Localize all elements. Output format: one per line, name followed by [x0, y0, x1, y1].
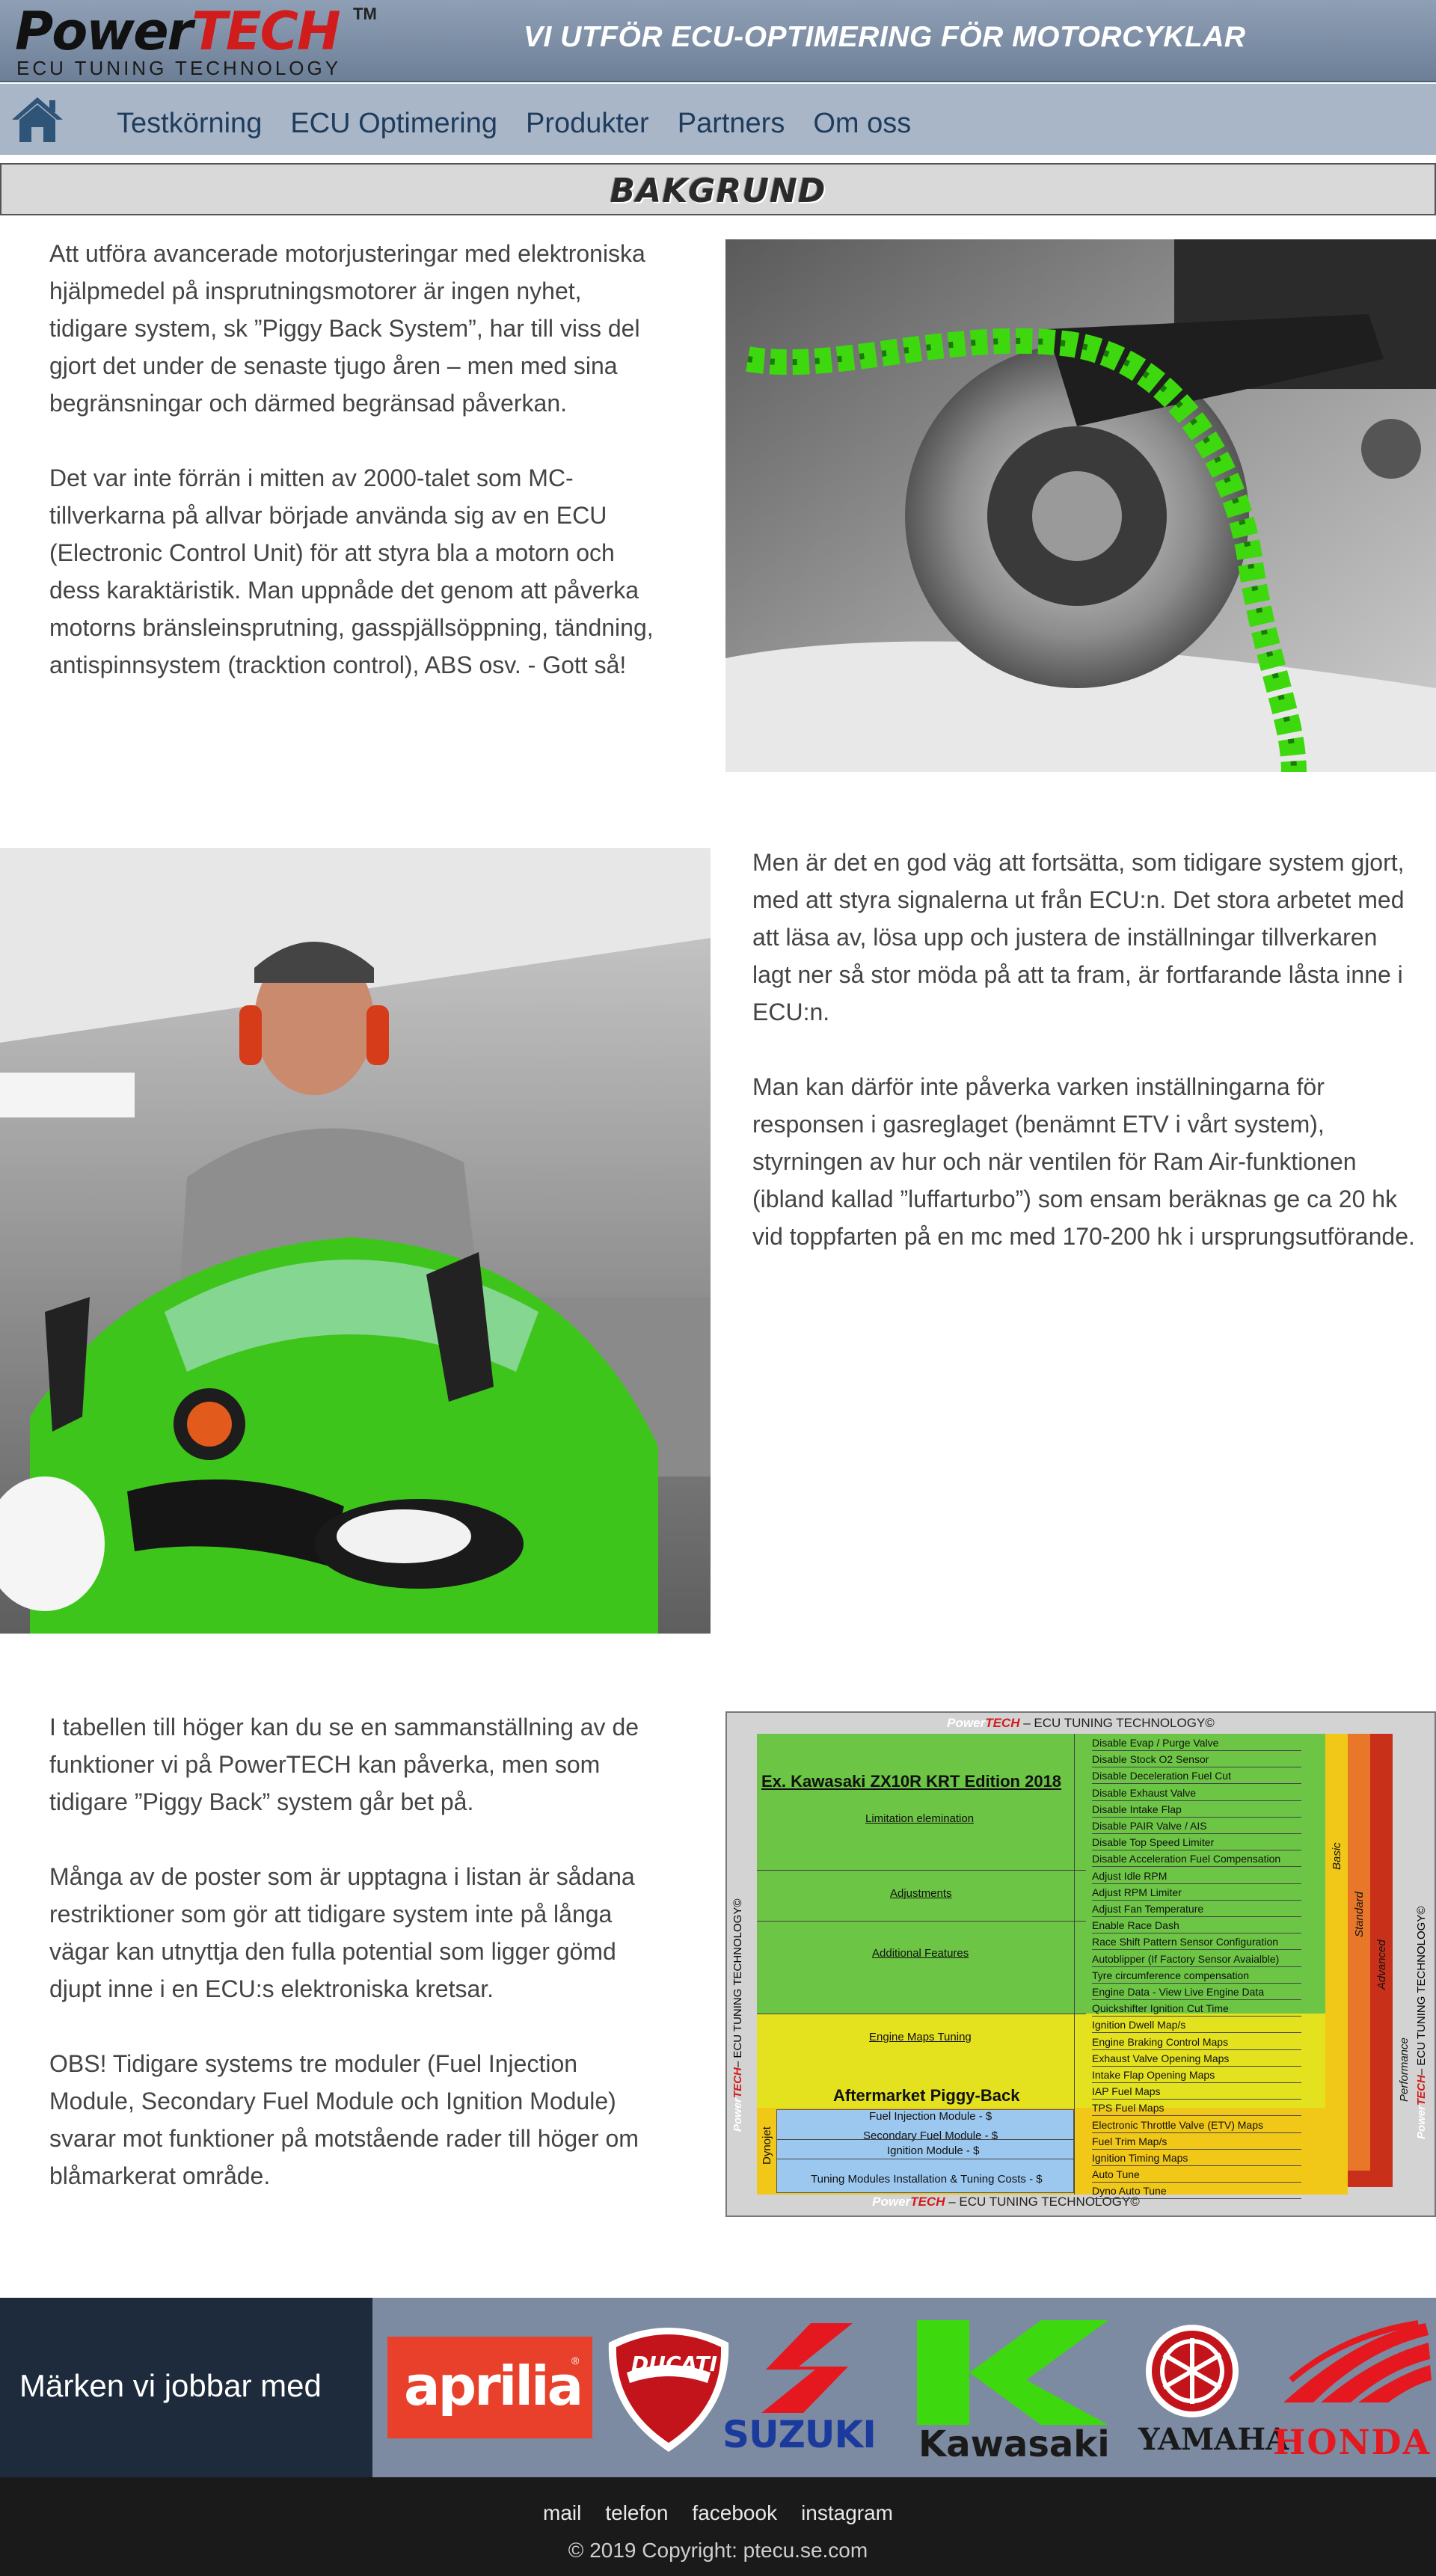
feature-row: Intake Flap Opening Maps	[1092, 2067, 1301, 2083]
feature-row: Engine Data - View Live Engine Data	[1092, 1984, 1301, 2000]
main-nav: Testkörning ECU Optimering Produkter Par…	[0, 84, 1436, 157]
suzuki-logo[interactable]: SUZUKI	[721, 2320, 893, 2456]
chain-sprocket-photo	[725, 239, 1436, 772]
ecu-paragraph-1: Men är det en god väg att fortsätta, som…	[752, 849, 1405, 1025]
logo-trademark: TM	[353, 4, 377, 23]
group-engine-maps: Engine Maps Tuning	[869, 2031, 972, 2043]
table-model-title: Ex. Kawasaki ZX10R KRT Edition 2018	[761, 1772, 1062, 1791]
intro-paragraph-2: Det var inte förrän i mitten av 2000-tal…	[49, 464, 654, 678]
section-title: BAKGRUND	[610, 172, 826, 210]
intro-paragraph-1: Att utföra avancerade motorjusteringar m…	[49, 240, 645, 417]
tier-label-standard: Standard	[1353, 1892, 1366, 1937]
feature-row: Autoblipper (If Factory Sensor Avaialble…	[1092, 1951, 1301, 1967]
feature-row: Adjust Idle RPM	[1092, 1868, 1301, 1884]
nav-produkter[interactable]: Produkter	[526, 108, 649, 140]
feature-row: Adjust RPM Limiter	[1092, 1885, 1301, 1901]
brands-bar: Märken vi jobbar med aprilia ® DUCATI SU…	[0, 2298, 1436, 2477]
header-tagline: VI UTFÖR ECU-OPTIMERING FÖR MOTORCYKLAR	[524, 21, 1246, 53]
brands-label-box: Märken vi jobbar med	[0, 2298, 372, 2477]
footer-link-instagram[interactable]: instagram	[801, 2501, 893, 2525]
feature-row: Exhaust Valve Opening Maps	[1092, 2051, 1301, 2067]
footer-link-facebook[interactable]: facebook	[692, 2501, 777, 2525]
piggyback-row-1: Fuel Injection Module - $	[869, 2110, 992, 2123]
feature-row: Quickshifter Ignition Cut Time	[1092, 2001, 1301, 2017]
copyright-text: © 2019 Copyright: ptecu.se.com	[568, 2539, 868, 2562]
feature-row: Tyre circumference compensation	[1092, 1968, 1301, 1984]
powertech-logo[interactable]: PowerTECH TM ECU TUNING TECHNOLOGY	[15, 1, 404, 79]
feature-row: Race Shift Pattern Sensor Configuration	[1092, 1934, 1301, 1951]
feature-row: Fuel Trim Map/s	[1092, 2134, 1301, 2150]
feature-row: Ignition Dwell Map/s	[1092, 2017, 1301, 2034]
piggyback-title: Aftermarket Piggy-Back	[833, 2086, 1020, 2105]
feature-row: Adjust Fan Temperature	[1092, 1901, 1301, 1917]
feature-row: Dyno Auto Tune	[1092, 2183, 1301, 2200]
yamaha-logo[interactable]: YAMAHA	[1132, 2323, 1289, 2465]
feature-row: Ignition Timing Maps	[1092, 2150, 1301, 2166]
nav-testkorning[interactable]: Testkörning	[117, 108, 262, 140]
piggyback-row-3: Ignition Module - $	[887, 2144, 980, 2157]
table-intro-text: I tabellen till höger kan du se en samma…	[49, 1708, 663, 2195]
piggyback-row-4: Tuning Modules Installation & Tuning Cos…	[811, 2173, 1043, 2186]
rider-photo	[0, 848, 711, 1634]
feature-row: Auto Tune	[1092, 2167, 1301, 2183]
section-header: BAKGRUND	[0, 163, 1436, 215]
tier-label-advanced: Advanced	[1375, 1939, 1388, 1990]
ducati-logo[interactable]: DUCATI	[604, 2320, 733, 2455]
table-side-label-left: PowerTECH– ECU TUNING TECHNOLOGY©	[731, 1898, 744, 2132]
feature-comparison-table: PowerTECH – ECU TUNING TECHNOLOGY© Power…	[725, 1711, 1436, 2217]
brands-label: Märken vi jobbar med	[19, 2368, 322, 2403]
piggyback-row-2: Secondary Fuel Module - $	[863, 2129, 998, 2142]
aprilia-logo[interactable]: aprilia ®	[387, 2337, 592, 2438]
nav-om-oss[interactable]: Om oss	[813, 108, 911, 140]
table-paragraph-3: OBS! Tidigare systems tre moduler (Fuel …	[49, 2050, 639, 2189]
feature-row: Disable Intake Flap	[1092, 1802, 1301, 1818]
site-header: PowerTECH TM ECU TUNING TECHNOLOGY VI UT…	[0, 0, 1436, 82]
home-icon[interactable]	[10, 94, 64, 145]
feature-row: TPS Fuel Maps	[1092, 2100, 1301, 2117]
feature-row: Disable Exhaust Valve	[1092, 1785, 1301, 1801]
tier-label-performance: Performance	[1398, 2037, 1411, 2102]
ecu-text: Men är det en god väg att fortsätta, som…	[752, 844, 1418, 1255]
tier-label-basic: Basic	[1331, 1842, 1343, 1870]
feature-row: Disable Top Speed Limiter	[1092, 1835, 1301, 1851]
ecu-paragraph-2: Man kan därför inte påverka varken instä…	[752, 1073, 1415, 1250]
honda-logo[interactable]: HONDA	[1268, 2320, 1436, 2462]
feature-row: IAP Fuel Maps	[1092, 2084, 1301, 2100]
site-footer: mail telefon facebook instagram © 2019 C…	[0, 2477, 1436, 2576]
feature-row: Disable Acceleration Fuel Compensation	[1092, 1851, 1301, 1868]
feature-row: Disable PAIR Valve / AIS	[1092, 1818, 1301, 1834]
feature-row: Disable Deceleration Fuel Cut	[1092, 1768, 1301, 1785]
footer-link-mail[interactable]: mail	[543, 2501, 581, 2525]
nav-partners[interactable]: Partners	[678, 108, 785, 140]
group-adjustments: Adjustments	[890, 1887, 952, 1900]
table-side-label-right: PowerTECH– ECU TUNING TECHNOLOGY©	[1415, 1906, 1428, 2139]
feature-row: Engine Braking Control Maps	[1092, 2034, 1301, 2050]
feature-row: Disable Evap / Purge Valve	[1092, 1735, 1301, 1751]
table-paragraph-2: Många av de poster som är upptagna i lis…	[49, 1863, 635, 2002]
table-paragraph-1: I tabellen till höger kan du se en samma…	[49, 1714, 639, 1815]
feature-row: Disable Stock O2 Sensor	[1092, 1752, 1301, 1768]
logo-subtitle: ECU TUNING TECHNOLOGY	[16, 57, 342, 79]
group-limitation: Limitation elemination	[865, 1812, 975, 1825]
feature-row: Enable Race Dash	[1092, 1918, 1301, 1934]
dynojet-label: Dynojet	[761, 2126, 773, 2165]
intro-text: Att utföra avancerade motorjusteringar m…	[49, 235, 663, 684]
feature-row: Electronic Throttle Valve (ETV) Maps	[1092, 2117, 1301, 2133]
table-header-top: PowerTECH – ECU TUNING TECHNOLOGY©	[947, 1716, 1215, 1730]
nav-ecu-optimering[interactable]: ECU Optimering	[290, 108, 497, 140]
kawasaki-logo[interactable]: Kawasaki	[914, 2320, 1116, 2465]
footer-link-telefon[interactable]: telefon	[605, 2501, 668, 2525]
group-additional-features: Additional Features	[872, 1947, 969, 1960]
logo-wordmark: PowerTECH	[15, 1, 341, 62]
